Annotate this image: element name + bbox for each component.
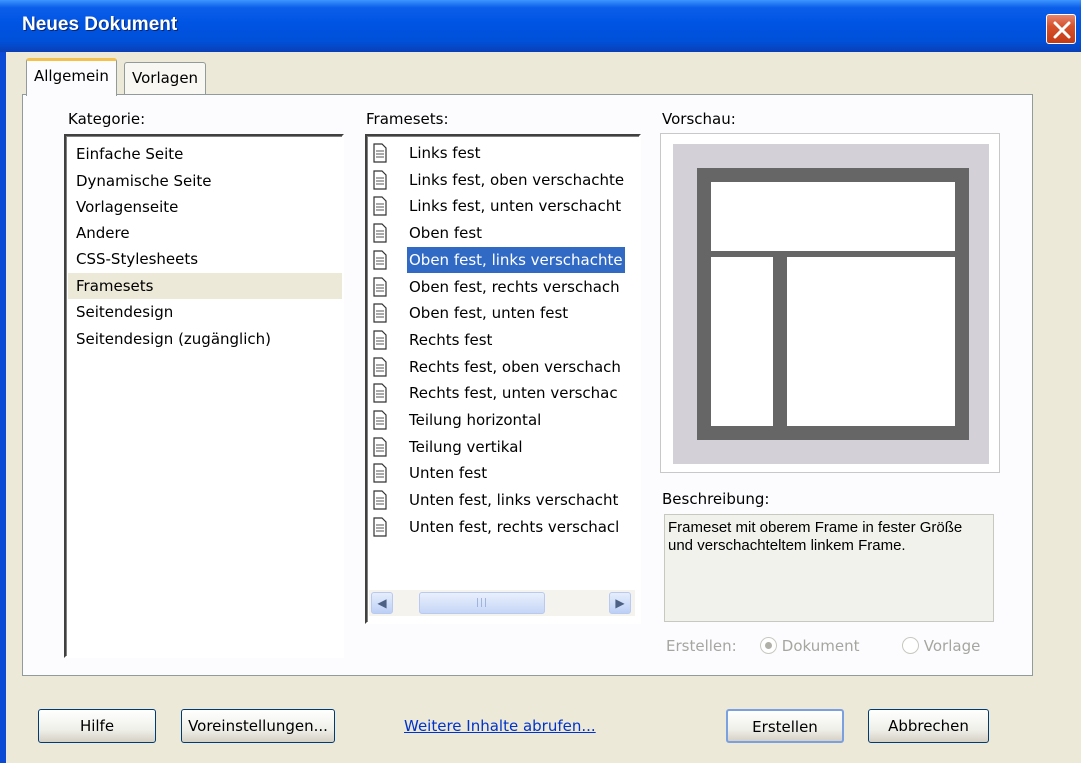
list-item-label: Rechts fest	[409, 330, 493, 349]
list-item-label: Links fest, oben verschachte	[409, 170, 625, 189]
list-item[interactable]: Oben fest	[369, 220, 637, 246]
document-icon	[373, 490, 387, 510]
horizontal-scrollbar[interactable]: ◀ ||| ▶	[369, 590, 635, 616]
scroll-right-button[interactable]: ▶	[609, 592, 631, 614]
framesets-label: Framesets:	[366, 110, 449, 128]
radio-dokument[interactable]: Dokument	[760, 637, 859, 655]
list-item-label: Links fest, unten verschacht	[409, 197, 622, 216]
abbrechen-button[interactable]: Abbrechen	[868, 709, 989, 743]
radio-vorlage[interactable]: Vorlage	[902, 637, 980, 655]
hilfe-button[interactable]: Hilfe	[38, 709, 156, 743]
list-item[interactable]: Links fest, unten verschacht	[369, 193, 637, 219]
document-icon	[373, 330, 387, 350]
document-icon	[373, 437, 387, 457]
list-item[interactable]: Teilung horizontal	[369, 407, 637, 433]
voreinstellungen-button[interactable]: Voreinstellungen...	[181, 709, 335, 743]
tab-allgemein[interactable]: Allgemein	[26, 58, 117, 96]
tab-vorlagen[interactable]: Vorlagen	[124, 62, 207, 94]
document-icon	[373, 356, 387, 377]
document-icon	[373, 196, 387, 216]
kategorie-list[interactable]: Einfache Seite Dynamische Seite Vorlagen…	[64, 134, 344, 658]
list-item[interactable]: Unten fest	[369, 460, 637, 486]
list-item-selected[interactable]: Framesets	[68, 273, 342, 299]
list-item-label: Oben fest, unten fest	[409, 304, 569, 323]
list-item-label: Oben fest, links verschachte	[406, 246, 626, 273]
list-item[interactable]: Andere	[76, 220, 130, 246]
window-title: Neues Dokument	[22, 14, 178, 35]
list-item-selected[interactable]: Oben fest, links verschachte	[369, 246, 637, 273]
document-icon	[373, 143, 387, 163]
list-item-label: Teilung horizontal	[409, 411, 542, 429]
weitere-inhalte-link[interactable]: Weitere Inhalte abrufen...	[404, 717, 596, 735]
list-item[interactable]: Dynamische Seite	[76, 168, 212, 194]
list-item[interactable]: Links fest	[369, 140, 637, 166]
close-x-icon	[1053, 21, 1071, 39]
list-item[interactable]: Einfache Seite	[76, 141, 183, 167]
document-icon	[373, 303, 387, 323]
document-icon	[373, 170, 387, 190]
tab-label: Allgemein	[34, 67, 109, 85]
erstellen-label: Erstellen:	[666, 637, 737, 655]
list-item[interactable]: Vorlagenseite	[76, 194, 178, 220]
list-item-label: Rechts fest, unten verschac	[409, 384, 618, 403]
list-item-label: Unten fest, links verschacht	[409, 491, 619, 510]
beschreibung-text: Frameset mit oberem Frame in fester Größ…	[664, 514, 994, 622]
list-item[interactable]: Seitendesign	[76, 299, 173, 325]
preview-left-frame	[711, 257, 773, 426]
document-icon	[373, 223, 387, 243]
radio-label: Dokument	[781, 637, 860, 655]
title-bar: Neues Dokument	[0, 0, 1081, 52]
radio-icon	[760, 637, 777, 654]
scroll-thumb[interactable]: |||	[419, 592, 545, 614]
list-item-label: Links fest	[409, 144, 481, 162]
window-frame-edge	[0, 52, 6, 763]
scroll-left-button[interactable]: ◀	[371, 592, 393, 614]
erstellen-button[interactable]: Erstellen	[726, 709, 844, 743]
list-item[interactable]: Teilung vertikal	[369, 434, 637, 460]
document-icon	[373, 276, 387, 297]
document-icon	[373, 410, 387, 430]
preview-top-frame	[697, 168, 969, 258]
list-item-label: Rechts fest, oben verschach	[409, 357, 621, 376]
list-item[interactable]: Rechts fest, oben verschach	[369, 354, 637, 380]
preview-box	[660, 133, 1000, 473]
list-item-label: Oben fest	[409, 224, 483, 243]
list-item-label: Unten fest	[409, 464, 488, 483]
list-item[interactable]: CSS-Stylesheets	[76, 246, 198, 272]
list-item[interactable]: Seitendesign (zugänglich)	[76, 326, 271, 352]
list-item-label: Teilung vertikal	[409, 437, 523, 456]
list-item-label: Oben fest, rechts verschach	[409, 277, 620, 296]
list-item[interactable]: Rechts fest	[369, 327, 637, 353]
list-item[interactable]: Rechts fest, unten verschac	[369, 380, 637, 406]
list-item[interactable]: Links fest, oben verschachte	[369, 167, 637, 193]
preview-main-frame	[787, 257, 955, 426]
list-item[interactable]: Unten fest, rechts verschacl	[369, 514, 637, 540]
list-item[interactable]: Oben fest, rechts verschach	[369, 274, 637, 300]
close-button[interactable]	[1046, 14, 1076, 44]
radio-label: Vorlage	[923, 637, 981, 655]
tab-label: Vorlagen	[132, 69, 199, 87]
framesets-list[interactable]: Links fest Links fest, oben verschachte Li…	[365, 134, 641, 624]
list-item[interactable]: Oben fest, unten fest	[369, 300, 637, 326]
vorschau-label: Vorschau:	[662, 110, 736, 128]
beschreibung-label: Beschreibung:	[662, 490, 770, 508]
document-icon	[373, 250, 387, 270]
document-icon	[373, 517, 387, 537]
kategorie-label: Kategorie:	[68, 110, 146, 128]
list-item[interactable]: Unten fest, links verschacht	[369, 487, 637, 513]
frameset-preview-image	[673, 144, 989, 464]
document-icon	[373, 383, 387, 403]
list-item-label: Unten fest, rechts verschacl	[409, 517, 620, 536]
document-icon	[373, 463, 387, 483]
radio-icon	[902, 637, 919, 654]
